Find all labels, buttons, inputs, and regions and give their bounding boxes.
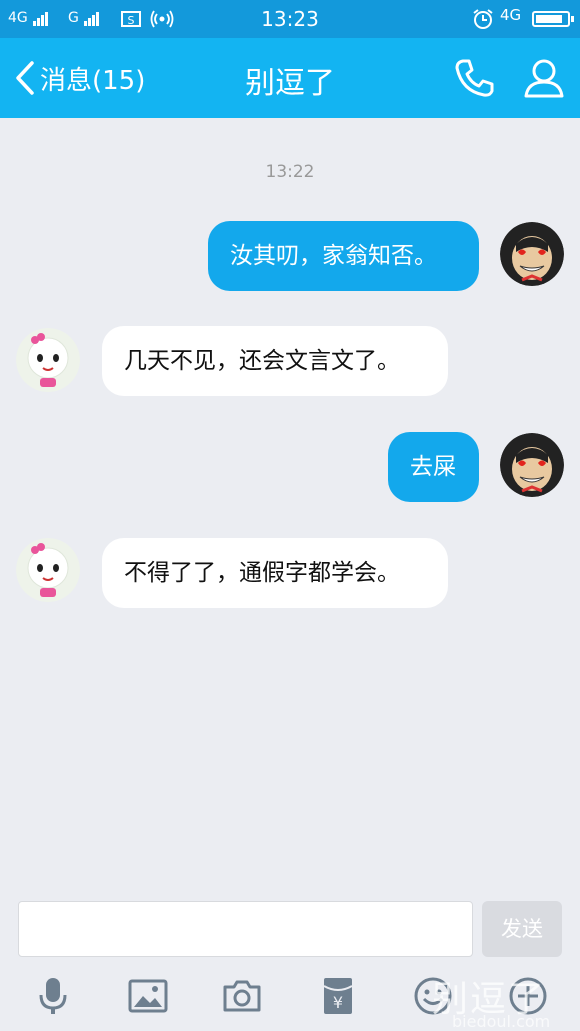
- avatar-self[interactable]: [500, 222, 564, 286]
- message-bubble-outgoing[interactable]: 汝其叨，家翁知否。: [208, 221, 479, 291]
- message-bubble-incoming[interactable]: 几天不见，还会文言文了。: [102, 326, 448, 396]
- image-icon[interactable]: [128, 976, 168, 1016]
- call-button[interactable]: [452, 56, 496, 100]
- message-timestamp: 13:22: [265, 162, 315, 182]
- title-bar: 消息(15) 别逗了: [0, 38, 580, 118]
- svg-text:¥: ¥: [333, 993, 343, 1012]
- avatar-girl-icon: [16, 538, 80, 602]
- avatar-contact[interactable]: [16, 538, 80, 602]
- watermark-url: biedoul.com: [452, 1012, 551, 1031]
- microphone-icon[interactable]: [33, 976, 73, 1016]
- profile-button[interactable]: [522, 56, 566, 100]
- message-bubble-outgoing[interactable]: 去屎: [388, 432, 479, 502]
- alarm-icon: [473, 9, 493, 29]
- network-indicator-3: 4G: [500, 6, 522, 24]
- message-bubble-incoming[interactable]: 不得了了，通假字都学会。: [102, 538, 448, 608]
- chat-area[interactable]: 13:22 汝其叨，家翁知否。 几天不见，还会文言文了。 去屎 不得了了，通假字…: [0, 118, 580, 888]
- avatar-self[interactable]: [500, 433, 564, 497]
- camera-icon[interactable]: [222, 976, 262, 1016]
- user-icon: [524, 59, 564, 98]
- send-button[interactable]: 发送: [482, 901, 562, 957]
- avatar-monkey-icon: [500, 433, 564, 497]
- phone-icon: [455, 59, 494, 97]
- avatar-girl-icon: [16, 328, 80, 392]
- red-packet-icon[interactable]: ¥: [318, 976, 358, 1016]
- message-input[interactable]: [18, 901, 473, 957]
- avatar-monkey-icon: [500, 222, 564, 286]
- status-bar: 4G G S 13:23 4G: [0, 0, 580, 38]
- avatar-contact[interactable]: [16, 328, 80, 392]
- battery-icon: [532, 11, 574, 27]
